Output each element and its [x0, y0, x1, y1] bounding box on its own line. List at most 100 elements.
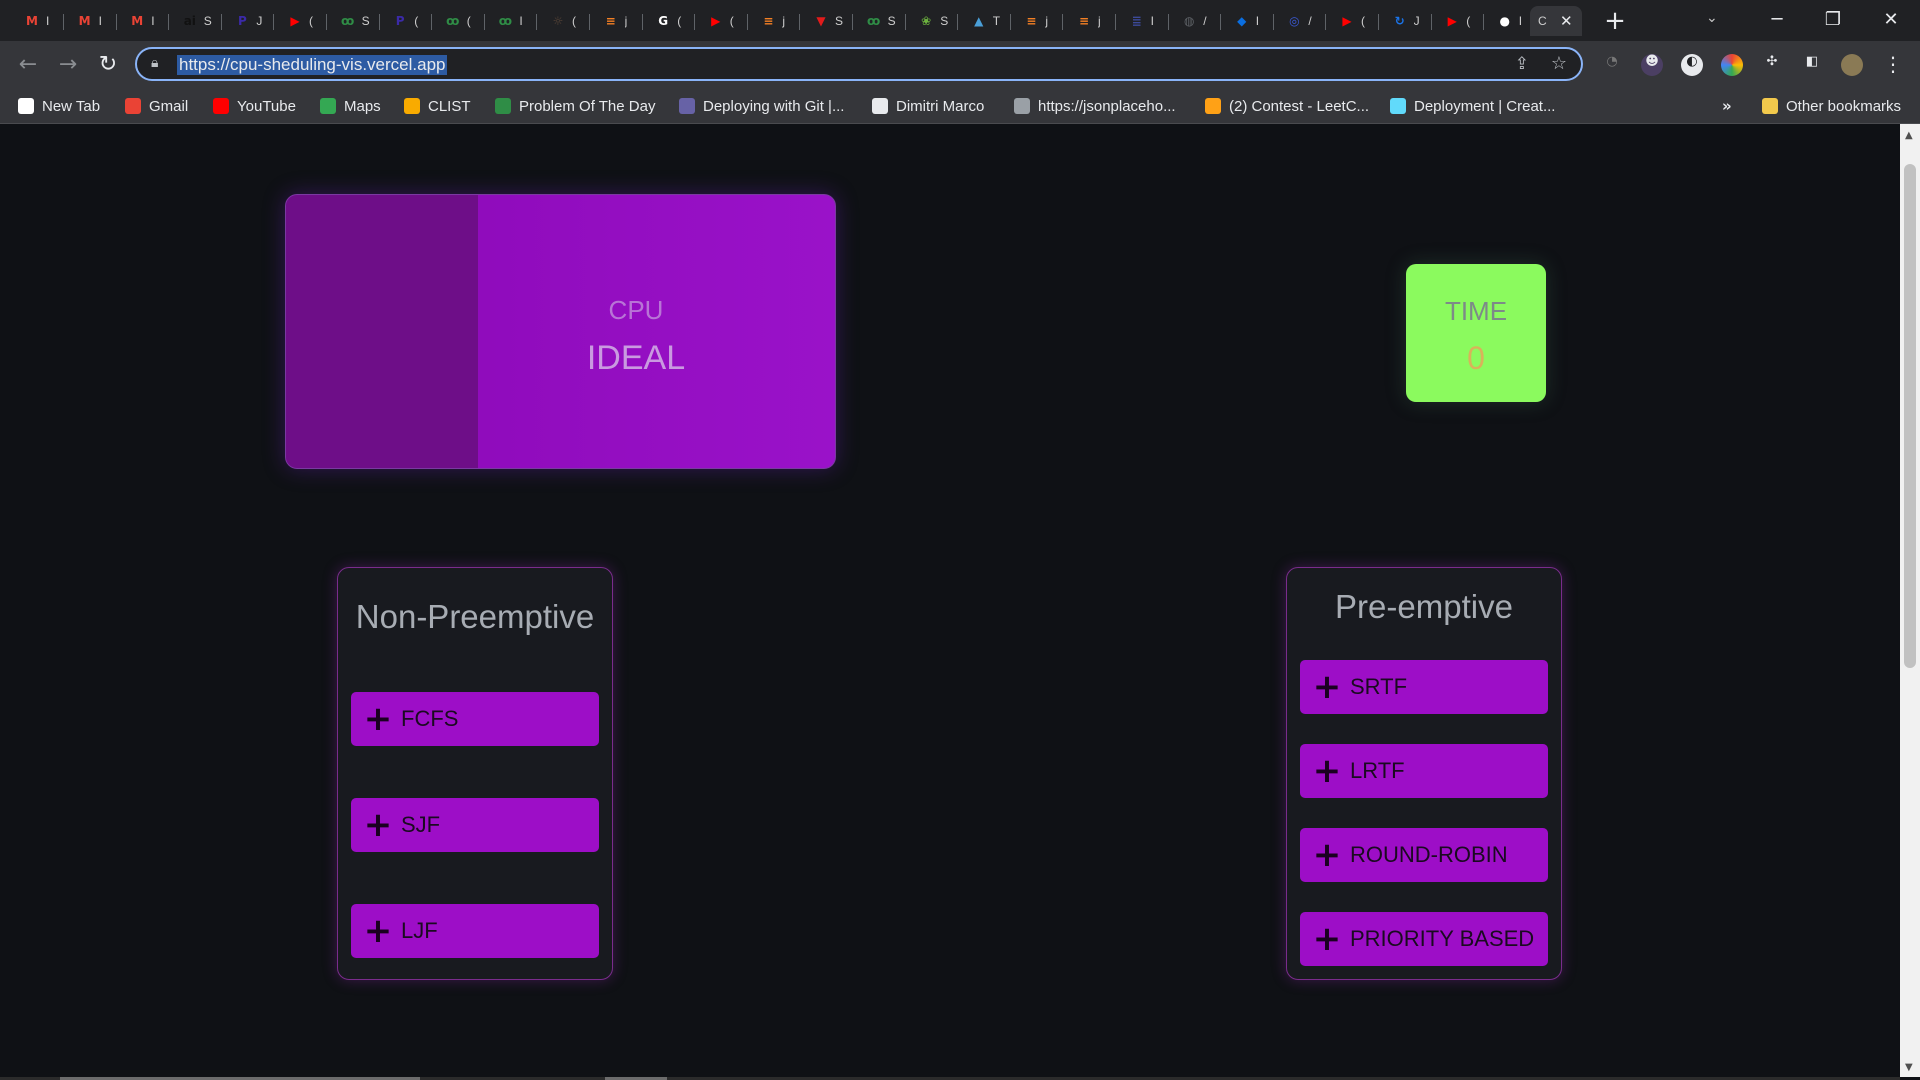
bookmark-item[interactable]: Gmail: [125, 96, 188, 116]
browser-tab[interactable]: ≡ j: [593, 6, 643, 36]
bookmark-item[interactable]: Maps: [320, 96, 381, 116]
bookmark-item[interactable]: https://jsonplaceho...: [1014, 96, 1176, 116]
more-menu-icon[interactable]: ⋮: [1883, 52, 1903, 76]
close-window-icon[interactable]: ✕: [1866, 4, 1916, 36]
tab-title: j: [782, 14, 786, 28]
browser-tab[interactable]: ▶(: [1329, 6, 1379, 36]
clist-icon: [404, 98, 420, 114]
tab-title: (: [1361, 14, 1365, 28]
forward-button[interactable]: →: [54, 51, 82, 79]
browser-tab[interactable]: ꝏI: [487, 6, 538, 36]
add-sjf-button[interactable]: + SJF: [351, 798, 599, 852]
browser-tab[interactable]: ꝏS: [856, 6, 906, 36]
add-round-robin-button[interactable]: + ROUND-ROBIN: [1300, 828, 1548, 882]
browser-tab[interactable]: ≡ j: [750, 6, 801, 36]
close-icon[interactable]: ✕: [1560, 12, 1573, 30]
gfg-icon: [495, 98, 511, 114]
share-icon[interactable]: ⇪: [1515, 54, 1529, 74]
gmail-icon: M: [26, 14, 38, 28]
tab-title: S: [203, 14, 212, 28]
tab-title: I: [151, 14, 155, 28]
browser-tab[interactable]: ▼ S: [803, 6, 853, 36]
bookmark-item[interactable]: YouTube: [213, 96, 296, 116]
browser-tab[interactable]: ≡ j: [1013, 6, 1064, 36]
reload-button[interactable]: ↻: [94, 51, 122, 79]
browser-tab[interactable]: ≣ I: [1119, 6, 1169, 36]
tab-title: (: [677, 14, 682, 28]
browser-tab[interactable]: ꝏS: [330, 6, 380, 36]
tab-title: /: [1203, 14, 1207, 28]
bookmark-item[interactable]: Deployment | Creat...: [1390, 96, 1555, 116]
bookmark-item[interactable]: Dimitri Marco: [872, 96, 984, 116]
back-button[interactable]: ←: [14, 51, 42, 79]
more-bookmarks-button[interactable]: »: [1722, 97, 1732, 115]
color-picker-icon[interactable]: [1721, 54, 1743, 76]
browser-tab[interactable]: ◆ I: [1224, 6, 1274, 36]
scrollbar-thumb[interactable]: [1904, 164, 1916, 668]
mountain-icon: ▲: [974, 14, 984, 28]
browser-tab[interactable]: ▶(: [277, 6, 327, 36]
browser-tab[interactable]: ◎ /: [1276, 6, 1327, 36]
bookmark-star-icon[interactable]: ☆: [1551, 53, 1567, 74]
side-panel-icon[interactable]: ◧: [1801, 54, 1823, 76]
url-text[interactable]: https://cpu-sheduling-vis.vercel.app: [177, 55, 448, 75]
bookmark-item[interactable]: New Tab: [18, 96, 100, 116]
tab-title: /: [1308, 14, 1312, 28]
other-bookmarks[interactable]: Other bookmarks: [1762, 96, 1901, 116]
add-lrtf-button[interactable]: + LRTF: [1300, 744, 1548, 798]
extensions-puzzle-icon[interactable]: ✣: [1761, 54, 1783, 76]
bookmark-item[interactable]: Problem Of The Day: [495, 96, 655, 116]
tab-title: (: [729, 14, 734, 28]
tab-active[interactable]: C ✕: [1530, 6, 1582, 36]
browser-tab[interactable]: P(: [382, 6, 433, 36]
tab-divider: [273, 14, 275, 30]
tab-title: j: [1045, 14, 1049, 28]
bookmarks-bar: New Tab Gmail YouTube Maps CLIST Problem Of T…: [0, 89, 1920, 124]
new-tab-button[interactable]: +: [1600, 6, 1630, 36]
add-fcfs-button[interactable]: + FCFS: [351, 692, 599, 746]
browser-tab[interactable]: MI: [67, 6, 117, 36]
browser-tab[interactable]: ☼(: [540, 6, 590, 36]
scroll-up-icon[interactable]: ▲: [1905, 130, 1913, 141]
add-priority-based-button[interactable]: + PRIORITY BASED: [1300, 912, 1548, 966]
bookmark-item[interactable]: Deploying with Git |...: [679, 96, 844, 116]
tab-strip: M I M I M Iai S P J ▶(ꝏ S P(ꝏ(ꝏ I ☼(≡ j G(▶(≡ j ▼ Sꝏ S ❀ S ▲ T ≡…: [0, 0, 1920, 41]
extension-ghost-icon[interactable]: ☻: [1641, 54, 1663, 76]
bookmark-item[interactable]: CLIST: [404, 96, 471, 116]
folder-icon: [1762, 98, 1778, 114]
add-ljf-button[interactable]: + LJF: [351, 904, 599, 958]
gmail-icon: M: [131, 14, 144, 28]
extension-icon[interactable]: ◔: [1601, 54, 1623, 76]
scroll-down-icon[interactable]: ▼: [1905, 1062, 1913, 1073]
spring-icon: ❀: [921, 14, 932, 28]
browser-tab[interactable]: ❀ S: [908, 6, 959, 36]
browser-tab[interactable]: MI: [119, 6, 170, 36]
minimize-icon[interactable]: ─: [1752, 4, 1802, 36]
browser-tab[interactable]: ▲ T: [961, 6, 1011, 36]
browser-tab[interactable]: G(: [645, 6, 696, 36]
tab-title: T: [992, 14, 1001, 28]
browser-tab[interactable]: MI: [14, 6, 64, 36]
browser-tab[interactable]: ◍ /: [1171, 6, 1222, 36]
browser-tab[interactable]: PJ: [224, 6, 275, 36]
browser-tab[interactable]: ▶(: [1434, 6, 1485, 36]
cpu-label: CPU: [608, 295, 664, 325]
address-bar[interactable]: 🔒︎ https://cpu-sheduling-vis.vercel.app …: [135, 47, 1583, 81]
browser-tab[interactable]: ≡ j: [1066, 6, 1116, 36]
chevron-down-icon[interactable]: ⌄: [1706, 10, 1718, 26]
browser-tab[interactable]: ↻ J: [1382, 6, 1432, 36]
lock-icon[interactable]: 🔒︎: [151, 55, 158, 71]
vertical-scrollbar[interactable]: ▲ ▼: [1900, 124, 1920, 1077]
bookmark-item[interactable]: (2) Contest - LeetC...: [1205, 96, 1369, 116]
non-preemptive-panel: Non-Preemptive + FCFS + SJF + LJF: [337, 567, 613, 980]
avatar[interactable]: [1841, 54, 1863, 76]
codechef-icon: ☼: [552, 14, 564, 28]
browser-tab[interactable]: ▶(: [698, 6, 748, 36]
browser-tab[interactable]: ꝏ(: [435, 6, 485, 36]
add-srtf-button[interactable]: + SRTF: [1300, 660, 1548, 714]
extension-circle-icon[interactable]: ◐: [1681, 54, 1703, 76]
restore-icon[interactable]: ❐: [1808, 4, 1858, 36]
tab-divider: [1378, 14, 1379, 30]
browser-tab[interactable]: ai S: [172, 6, 222, 36]
plus-icon: +: [1312, 751, 1342, 791]
